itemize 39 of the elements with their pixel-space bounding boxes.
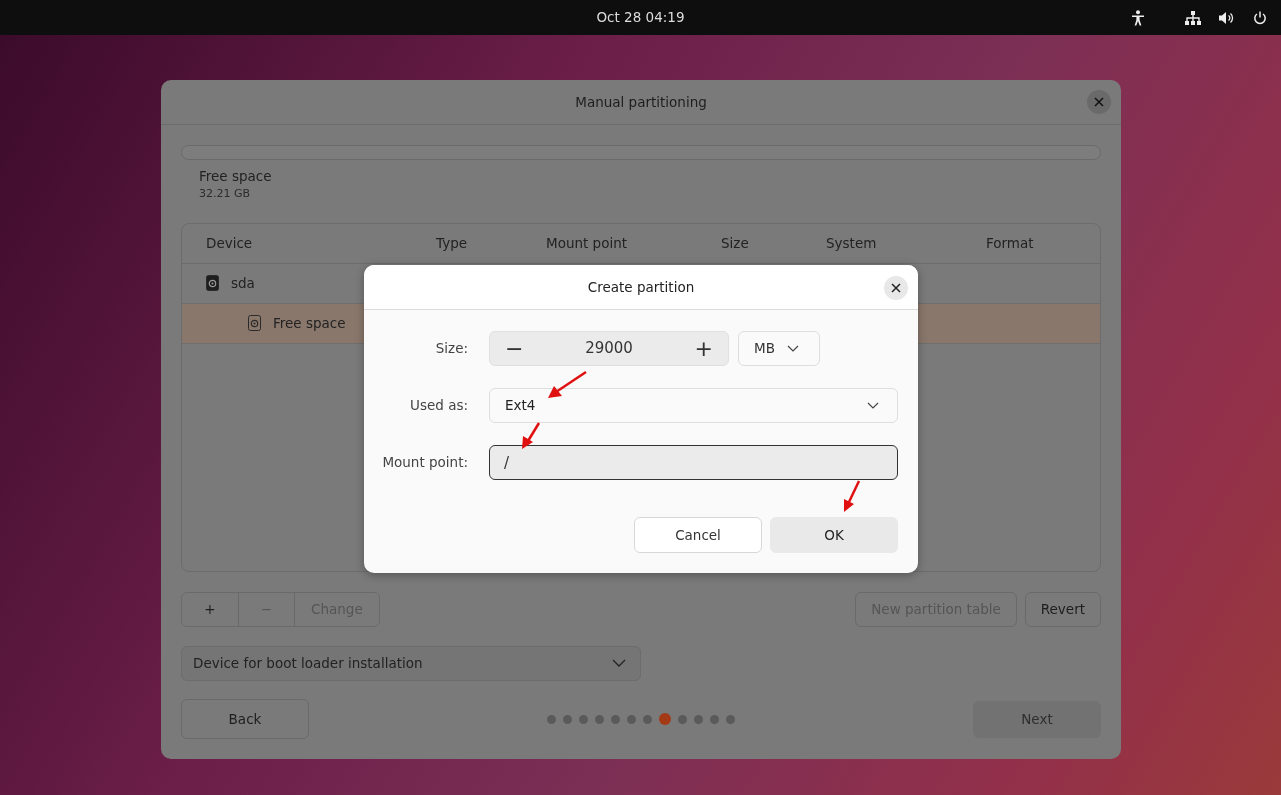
size-value: 29000	[585, 338, 633, 360]
column-header[interactable]: Format	[986, 233, 1100, 254]
device-name: sda	[231, 274, 255, 294]
column-header[interactable]: Device	[206, 233, 436, 254]
column-header[interactable]: Type	[436, 233, 546, 254]
column-header[interactable]: Mount point	[546, 233, 721, 254]
size-spinner[interactable]: − 29000 +	[489, 331, 729, 366]
dialog-title: Create partition	[587, 277, 695, 297]
clock[interactable]: Oct 28 04:19	[596, 7, 685, 28]
column-header[interactable]: Size	[721, 233, 826, 254]
power-icon[interactable]	[1253, 10, 1267, 25]
free-space-size: 32.21 GB	[199, 186, 252, 203]
close-button[interactable]	[884, 276, 908, 300]
field-label: Size:	[434, 339, 468, 359]
network-icon[interactable]	[1185, 10, 1201, 25]
used-as-dropdown[interactable]: Ext4	[489, 388, 898, 423]
column-header[interactable]: System	[826, 233, 986, 254]
dialog-button[interactable]: Cancel	[634, 517, 762, 553]
close-icon	[1094, 97, 1104, 107]
back-button[interactable]: Back	[181, 699, 309, 739]
increment-button[interactable]: +	[694, 337, 713, 360]
unit-dropdown[interactable]: MB	[738, 331, 820, 366]
dialog-button[interactable]: OK	[770, 517, 898, 553]
chevron-down-icon	[612, 659, 626, 668]
window-title: Manual partitioning	[575, 92, 707, 112]
toolbar-button[interactable]: Revert	[1024, 591, 1101, 627]
chevron-down-icon	[867, 402, 879, 409]
volume-icon[interactable]	[1219, 10, 1235, 25]
chevron-down-icon	[786, 345, 799, 352]
mount-point-field[interactable]: /	[489, 445, 898, 480]
boot-loader-dropdown[interactable]: Device for boot loader installation	[181, 645, 641, 681]
close-icon	[891, 283, 901, 293]
field-label: Mount point:	[381, 453, 468, 473]
free-space-label: Free space	[199, 167, 273, 186]
annotation-arrow	[546, 370, 588, 400]
device-name: Free space	[273, 314, 346, 334]
decrement-button[interactable]: −	[505, 337, 524, 360]
accessibility-icon[interactable]	[1131, 9, 1145, 26]
field-label: Used as:	[409, 396, 468, 416]
